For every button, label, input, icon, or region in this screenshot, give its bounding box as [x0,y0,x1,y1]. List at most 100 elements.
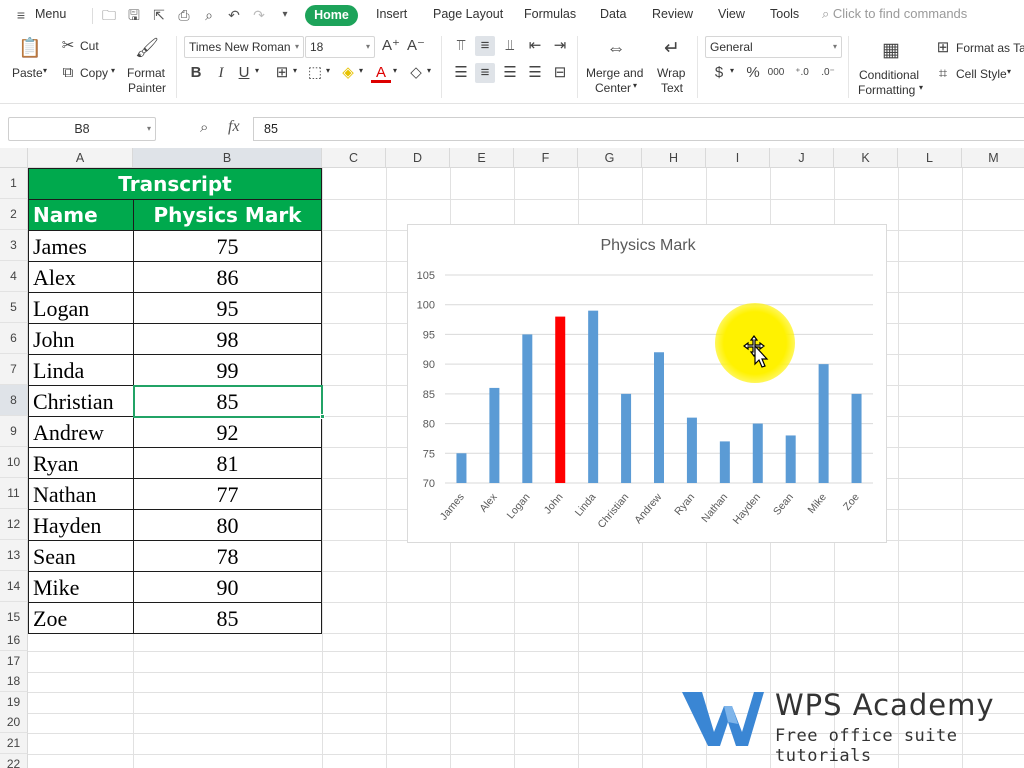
name-cell[interactable]: Sean [28,540,134,572]
currency-dropdown-icon[interactable]: ▾ [730,66,734,75]
underline-dropdown-icon[interactable]: ▾ [255,66,259,75]
row-header-1[interactable]: 1 [0,168,28,199]
tab-page-layout[interactable]: Page Layout [433,7,503,21]
justify-icon[interactable]: ☰ [525,63,545,83]
tab-view[interactable]: View [718,7,745,21]
mark-cell[interactable]: 78 [133,540,322,572]
font-size-select[interactable]: 18 ▾ [305,36,375,58]
paste-dropdown-icon[interactable]: ▾ [43,66,47,75]
name-cell[interactable]: Logan [28,292,134,324]
align-left-icon[interactable]: ☰ [451,63,471,83]
copy-dropdown-icon[interactable]: ▾ [111,66,115,75]
font-name-select[interactable]: Times New Roman ▾ [184,36,304,58]
cell-effects-dropdown-icon[interactable]: ▾ [326,66,330,75]
cut-icon[interactable]: ✂ [58,36,78,56]
mark-cell[interactable]: 75 [133,230,322,262]
row-header-9[interactable]: 9 [0,416,28,447]
open-folder-icon[interactable]: 🗀 [100,6,118,24]
mark-cell[interactable]: 86 [133,261,322,293]
borders-icon[interactable]: ⊞ [272,63,292,83]
increase-decimal-icon[interactable]: ⁺.0 [792,63,812,83]
bold-icon[interactable]: B [186,63,206,83]
header-name-cell[interactable]: Name [28,199,134,231]
name-cell[interactable]: Christian [28,385,134,417]
wrap-text-button[interactable]: Wrap [657,66,685,80]
font-color-icon[interactable]: A [371,63,391,83]
format-as-table-button[interactable]: Format as Table [956,41,1024,55]
decrease-font-size-icon[interactable]: A⁻ [406,36,426,56]
merge-center-icon[interactable]: ⇔ [603,36,629,62]
name-cell[interactable]: Ryan [28,447,134,479]
column-header-m[interactable]: M [962,148,1024,168]
row-header-3[interactable]: 3 [0,230,28,261]
tab-home[interactable]: Home [305,5,358,26]
mark-cell[interactable]: 85 [133,602,322,634]
decrease-decimal-icon[interactable]: .0⁻ [818,63,838,83]
mark-cell[interactable]: 99 [133,354,322,386]
format-painter-icon[interactable]: 🖌 [134,36,160,62]
column-header-h[interactable]: H [642,148,706,168]
format-as-table-icon[interactable]: ⊞ [933,38,953,58]
header-mark-cell[interactable]: Physics Mark [133,199,322,231]
column-header-c[interactable]: C [322,148,386,168]
row-header-5[interactable]: 5 [0,292,28,323]
row-header-13[interactable]: 13 [0,540,28,571]
underline-icon[interactable]: U [234,63,254,83]
format-painter-button[interactable]: Format [127,66,165,80]
name-cell[interactable]: Alex [28,261,134,293]
formula-input[interactable]: 85 [253,117,1024,141]
clear-format-icon[interactable]: ◇ [406,63,426,83]
row-header-10[interactable]: 10 [0,447,28,478]
align-top-icon[interactable]: ⫪ [451,36,471,56]
currency-icon[interactable]: $ [709,63,729,83]
name-cell[interactable]: Mike [28,571,134,603]
cut-button[interactable]: Cut [80,39,99,53]
tab-formulas[interactable]: Formulas [524,7,576,21]
name-cell[interactable]: Andrew [28,416,134,448]
increase-indent-icon[interactable]: ⇥ [550,36,570,56]
column-header-e[interactable]: E [450,148,514,168]
row-header-19[interactable]: 19 [0,692,28,713]
name-box[interactable]: B8 ▾ [8,117,156,141]
mark-cell[interactable]: 77 [133,478,322,510]
customize-dropdown-icon[interactable]: ▾ [276,6,294,24]
cell-style-dropdown-icon[interactable]: ▾ [1007,67,1011,76]
decrease-indent-icon[interactable]: ⇤ [525,36,545,56]
column-header-g[interactable]: G [578,148,642,168]
tab-data[interactable]: Data [600,7,626,21]
column-header-d[interactable]: D [386,148,450,168]
font-color-dropdown-icon[interactable]: ▾ [393,66,397,75]
mark-cell[interactable]: 92 [133,416,322,448]
row-header-14[interactable]: 14 [0,571,28,602]
tab-insert[interactable]: Insert [376,7,407,21]
row-header-17[interactable]: 17 [0,651,28,672]
cell-style-button[interactable]: Cell Style [956,67,1007,81]
fill-color-dropdown-icon[interactable]: ▾ [359,66,363,75]
copy-button[interactable]: Copy [80,66,108,80]
mark-cell[interactable]: 80 [133,509,322,541]
conditional-dropdown-icon[interactable]: ▾ [919,83,923,92]
paste-icon[interactable]: 📋 [17,36,43,62]
mark-cell[interactable]: 81 [133,447,322,479]
hamburger-icon[interactable]: ≡ [12,6,30,24]
distributed-icon[interactable]: ⊟ [550,63,570,83]
italic-icon[interactable]: I [211,63,231,83]
cell-style-icon[interactable]: ⌗ [933,64,953,84]
fill-handle[interactable] [320,414,325,419]
row-header-20[interactable]: 20 [0,712,28,733]
row-header-4[interactable]: 4 [0,261,28,292]
undo-icon[interactable]: ↶ [225,6,243,24]
mark-cell[interactable]: 98 [133,323,322,355]
column-header-f[interactable]: F [514,148,578,168]
mark-cell[interactable]: 90 [133,571,322,603]
align-middle-icon[interactable]: ≡ [475,36,495,56]
align-bottom-icon[interactable]: ⫫ [500,36,520,56]
row-header-15[interactable]: 15 [0,602,28,633]
column-header-a[interactable]: A [28,148,133,168]
cell-effects-icon[interactable]: ⬚ [305,63,325,83]
menu-button[interactable]: Menu [35,7,66,21]
conditional-formatting-icon[interactable]: ▦ [878,38,904,64]
row-header-18[interactable]: 18 [0,671,28,692]
name-cell[interactable]: John [28,323,134,355]
increase-font-size-icon[interactable]: A⁺ [381,36,401,56]
